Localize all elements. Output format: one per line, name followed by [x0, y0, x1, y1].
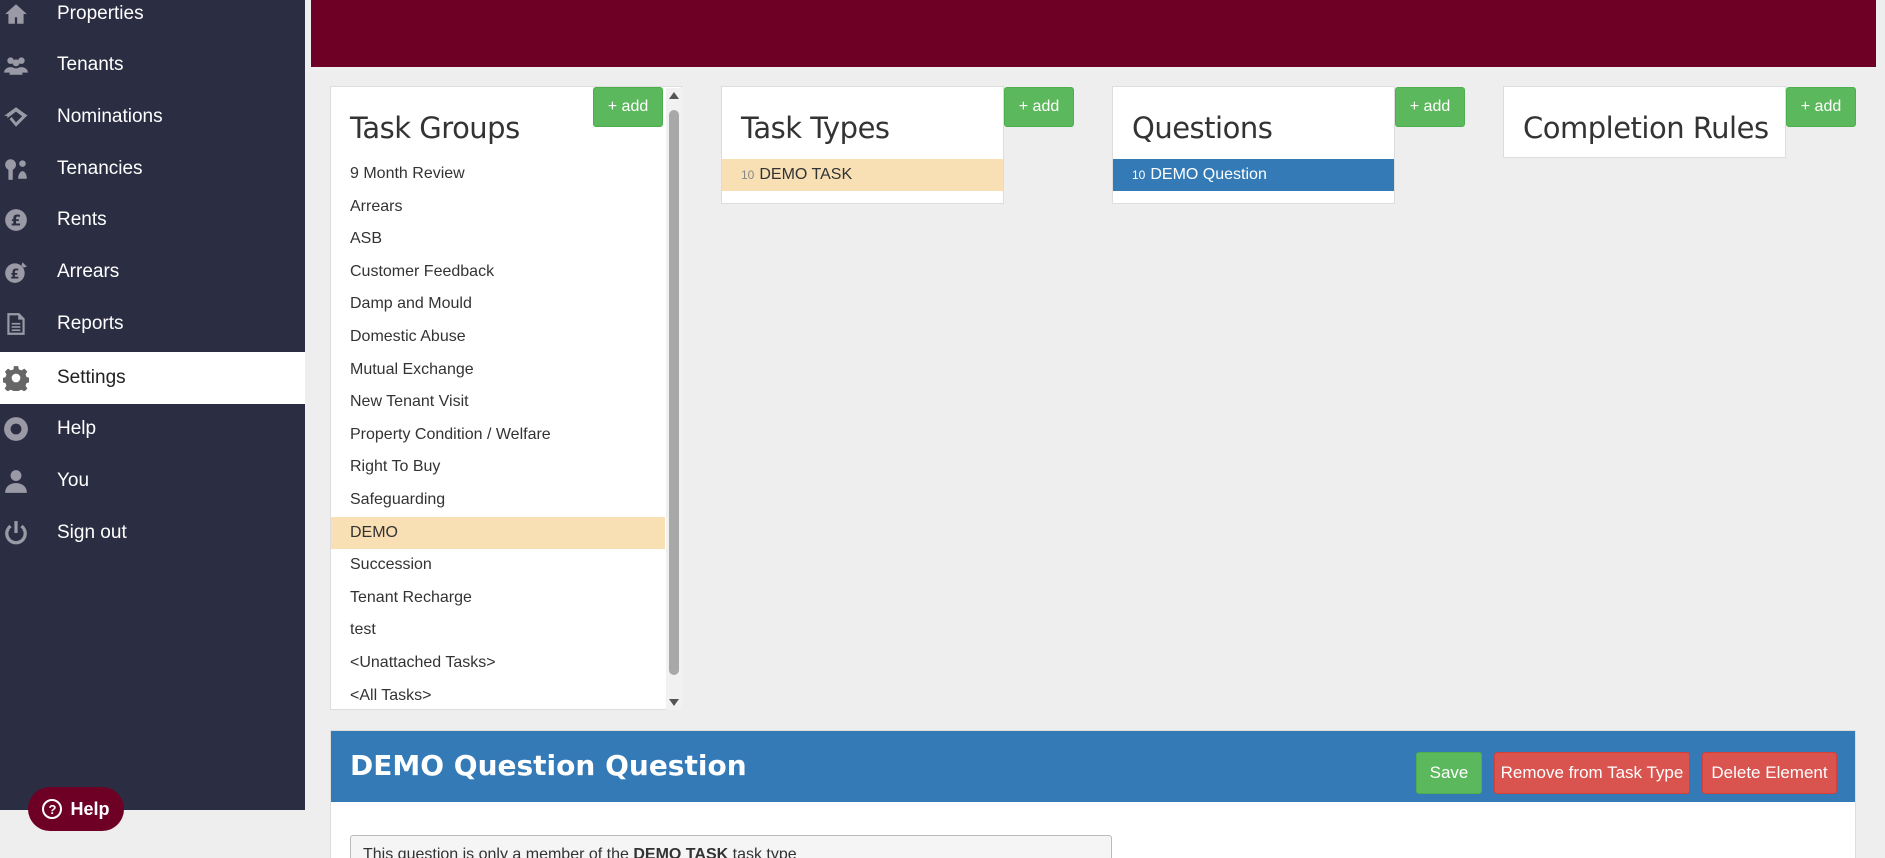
scroll-down-arrow[interactable] — [669, 699, 679, 706]
add-task-type-button[interactable]: + add — [1004, 87, 1074, 127]
question-detail-title: DEMO Question Question — [350, 749, 747, 782]
sidebar-item-label: Rents — [57, 209, 107, 230]
scroll-thumb[interactable] — [669, 110, 679, 675]
sidebar-item-label: Tenants — [57, 54, 124, 75]
power-icon — [2, 519, 30, 547]
sidebar-item-properties[interactable]: Properties — [0, 0, 305, 40]
sidebar-item-sign-out[interactable]: Sign out — [0, 507, 305, 559]
question-circle-icon: ? — [42, 799, 63, 819]
sidebar-item-label: Tenancies — [57, 158, 143, 179]
task-group-item[interactable]: Mutual Exchange — [331, 354, 665, 386]
help-button[interactable]: ? Help — [28, 787, 124, 831]
sidebar-item-you[interactable]: You — [0, 455, 305, 507]
sidebar-item-label: Nominations — [57, 106, 163, 127]
task-group-item[interactable]: Domestic Abuse — [331, 321, 665, 353]
users-icon — [2, 51, 30, 79]
question-detail-panel: DEMO Question Question Save Remove from … — [330, 730, 1856, 858]
sidebar-item-settings[interactable]: Settings — [0, 352, 305, 404]
task-group-item[interactable]: Property Condition / Welfare — [331, 419, 665, 451]
task-group-item[interactable]: Customer Feedback — [331, 256, 665, 288]
task-types-panel: Task Types 10 DEMO TASK — [721, 86, 1004, 204]
page-header-banner — [311, 0, 1876, 67]
add-question-button[interactable]: + add — [1395, 87, 1465, 127]
sidebar-item-label: Reports — [57, 313, 124, 334]
add-task-group-button[interactable]: + add — [593, 87, 663, 127]
task-type-number: 10 — [741, 168, 755, 182]
gear-icon — [2, 364, 30, 392]
task-group-item[interactable]: ASB — [331, 223, 665, 255]
task-groups-title: Task Groups — [350, 111, 520, 145]
task-groups-panel: Task Groups 9 Month Review Arrears ASB Cust… — [330, 86, 682, 710]
info-text-task-type: DEMO TASK — [633, 846, 729, 858]
questions-panel: Questions 10 DEMO Question — [1112, 86, 1395, 204]
task-group-item[interactable]: Arrears — [331, 191, 665, 223]
task-group-item[interactable]: Tenant Recharge — [331, 582, 665, 614]
sidebar-item-label: Properties — [57, 3, 144, 24]
sidebar-item-label: Sign out — [57, 522, 127, 543]
task-group-item[interactable]: Succession — [331, 549, 665, 581]
sidebar-item-reports[interactable]: Reports — [0, 298, 305, 350]
task-type-label: DEMO TASK — [759, 166, 853, 183]
sidebar-item-nominations[interactable]: Nominations — [0, 91, 305, 143]
delete-element-button[interactable]: Delete Element — [1702, 752, 1837, 794]
document-icon — [2, 310, 30, 338]
home-icon — [2, 0, 30, 28]
arrears-icon: £ — [2, 258, 30, 286]
sidebar-item-arrears[interactable]: £ Arrears — [0, 246, 305, 298]
task-group-item[interactable]: Right To Buy — [331, 451, 665, 483]
pound-icon: £ — [2, 206, 30, 234]
task-group-item[interactable]: DEMO — [331, 516, 665, 549]
task-group-item[interactable]: <Unattached Tasks> — [331, 647, 665, 679]
key-icon — [2, 155, 30, 183]
add-completion-rule-button[interactable]: + add — [1786, 87, 1856, 127]
questions-title: Questions — [1132, 111, 1273, 145]
nominations-icon — [2, 103, 30, 131]
remove-from-task-type-button[interactable]: Remove from Task Type — [1494, 752, 1690, 794]
task-group-item[interactable]: Damp and Mould — [331, 288, 665, 320]
scroll-up-arrow[interactable] — [669, 92, 679, 99]
user-icon — [2, 467, 30, 495]
task-group-item[interactable]: 9 Month Review — [331, 158, 665, 190]
lifebuoy-icon — [2, 415, 30, 443]
svg-text:£: £ — [10, 268, 19, 283]
sidebar-item-label: Arrears — [57, 261, 120, 282]
info-text-suffix: task type — [728, 846, 797, 858]
completion-rules-panel: Completion Rules — [1503, 86, 1786, 158]
completion-rules-title: Completion Rules — [1523, 111, 1769, 145]
task-types-title: Task Types — [741, 111, 890, 145]
question-label: DEMO Question — [1150, 166, 1267, 183]
sidebar-item-label: Help — [57, 418, 97, 439]
task-group-item[interactable]: New Tenant Visit — [331, 386, 665, 418]
task-groups-scrollbar[interactable] — [666, 88, 682, 710]
question-number: 10 — [1132, 168, 1146, 182]
question-detail-header: DEMO Question Question Save Remove from … — [331, 731, 1855, 802]
svg-text:£: £ — [11, 211, 22, 229]
sidebar-item-help[interactable]: Help — [0, 403, 305, 455]
sidebar: Properties Tenants Nominations Tenancies… — [0, 0, 305, 810]
sidebar-item-label: You — [57, 470, 90, 491]
sidebar-item-tenancies[interactable]: Tenancies — [0, 143, 305, 195]
question-membership-info: This question is only a member of the DE… — [350, 835, 1112, 858]
sidebar-item-label: Settings — [57, 367, 126, 388]
task-group-item[interactable]: Safeguarding — [331, 484, 665, 516]
help-button-label: Help — [70, 798, 110, 819]
sidebar-item-rents[interactable]: £ Rents — [0, 194, 305, 246]
task-group-item[interactable]: <All Tasks> — [331, 680, 665, 712]
sidebar-item-tenants[interactable]: Tenants — [0, 39, 305, 91]
question-item[interactable]: 10 DEMO Question — [1113, 159, 1394, 191]
info-text-prefix: This question is only a member of the — [363, 846, 634, 858]
save-button[interactable]: Save — [1416, 752, 1482, 794]
task-type-item[interactable]: 10 DEMO TASK — [722, 159, 1003, 191]
task-group-item[interactable]: test — [331, 614, 665, 646]
